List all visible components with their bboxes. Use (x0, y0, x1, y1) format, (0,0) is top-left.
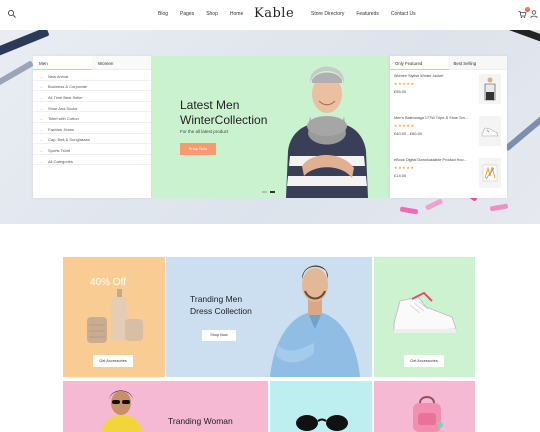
category-list: → New Arrival → Business & Corporate → All … (33, 70, 151, 166)
product-item[interactable]: eBook Digital Downloadable Product Hoo… … (390, 154, 507, 196)
category-item[interactable]: → Tshirt with Cotton (33, 112, 151, 123)
jacket-image (484, 77, 496, 101)
banner-trending-woman: Tranding Woman (63, 381, 268, 432)
arrow-right-icon: → (39, 73, 43, 79)
arrow-right-icon: → (39, 158, 43, 164)
shop-now-button[interactable]: Shop Now (180, 143, 216, 155)
nav-store-directory[interactable]: Store Directory (311, 11, 344, 17)
product-image-shoe[interactable] (479, 116, 501, 146)
pencil-decoration (503, 114, 540, 152)
arrow-right-icon: → (39, 94, 43, 100)
slider-dot[interactable] (262, 191, 267, 193)
hero-slider: Latest Men WinterCollection For the all … (152, 56, 389, 198)
tab-women[interactable]: Women (92, 56, 151, 70)
clothespin-decoration (489, 203, 509, 212)
featured-products: Only Featured Best Selling Women Stylish… (390, 56, 507, 198)
slider-dot-active[interactable] (270, 191, 275, 193)
category-item[interactable]: → Shoe And Socks (33, 102, 151, 113)
model-woman-image (101, 390, 143, 432)
product-image-jacket[interactable] (479, 74, 501, 104)
product-item[interactable]: Men's Balenciaga 177W Tripe-S Shoe Sm… ★… (390, 112, 507, 154)
product-image-ebook[interactable] (479, 158, 501, 188)
shoe-image (481, 127, 499, 137)
banner-dress-collection: Tranding Men Dress Collection Shop Now (166, 257, 372, 377)
clothespin-decoration (424, 198, 444, 211)
slide-title: Latest Men WinterCollection (180, 98, 268, 127)
user-icon[interactable] (529, 9, 539, 19)
product-name[interactable]: Women Stylish Winter Jacket (394, 74, 476, 78)
arrow-right-icon: → (39, 137, 43, 143)
category-item[interactable]: → All Time Best Seller (33, 91, 151, 102)
nav-home[interactable]: Home (230, 11, 243, 17)
category-item[interactable]: → Cap, Belt & Sunglasses (33, 134, 151, 145)
nav-contact-us[interactable]: Contact Us (391, 11, 416, 17)
arrow-right-icon: → (39, 116, 43, 122)
banner-backpack (374, 381, 475, 432)
dress-banner-title: Tranding Men Dress Collection (190, 294, 252, 316)
tab-only-featured[interactable]: Only Featured (390, 56, 449, 70)
product-name[interactable]: eBook Digital Downloadable Product Hoo… (394, 158, 476, 162)
category-item[interactable]: → New Arrival (33, 70, 151, 81)
category-item[interactable]: → Business & Corporate (33, 81, 151, 92)
nav-featureds[interactable]: Featureds (356, 11, 379, 17)
arrow-right-icon: → (39, 126, 43, 132)
shop-now-button-dress[interactable]: Shop Now (202, 330, 236, 341)
product-name[interactable]: Men's Balenciaga 177W Tripe-S Shoe Sm… (394, 116, 476, 120)
sunglasses-image (296, 415, 348, 431)
nav-left: Blog Pages Shop Home (158, 11, 243, 17)
category-tabs: Men Women (33, 56, 151, 70)
site-logo[interactable]: Kable (254, 6, 294, 21)
model-man-dress-image (270, 265, 360, 377)
category-item[interactable]: → All Categories (33, 155, 151, 166)
arrow-right-icon: → (39, 84, 43, 90)
get-accessories-button[interactable]: Get Accessories (93, 355, 133, 367)
get-accessories-button-shoes[interactable]: Get Accessories (404, 355, 444, 367)
backpack-image (413, 396, 443, 432)
product-tabs: Only Featured Best Selling (390, 56, 507, 70)
nav-right: Store Directory Featureds Contact Us (311, 11, 416, 17)
nav-blog[interactable]: Blog (158, 11, 168, 17)
site-header: Blog Pages Shop Home Kable Store Directo… (0, 0, 540, 30)
product-item[interactable]: Women Stylish Winter Jacket ★★★★★ £55.00 (390, 70, 507, 112)
category-item[interactable]: → Fashion Jeans (33, 123, 151, 134)
ebook-image (482, 164, 498, 182)
bottles-image (87, 289, 143, 343)
slide-subtitle: For the all latest product (180, 129, 229, 134)
tab-men[interactable]: Men (33, 56, 92, 70)
category-menu: Men Women → New Arrival → Business & Corpo… (33, 56, 151, 198)
category-item[interactable]: → Sports Tshirt (33, 144, 151, 155)
banner-accessories: 40% Off Get Accessories (63, 257, 165, 377)
arrow-right-icon: → (39, 105, 43, 111)
model-man-winter-image (286, 66, 368, 198)
woman-banner-title: Tranding Woman (168, 416, 233, 426)
tab-best-selling[interactable]: Best Selling (448, 56, 507, 70)
banner-sunglasses (270, 381, 372, 432)
pencil-decoration (0, 30, 50, 58)
nav-pages[interactable]: Pages (180, 11, 194, 17)
sneaker-image (393, 291, 457, 333)
pencil-decoration (0, 60, 34, 86)
clothespin-decoration (399, 206, 419, 215)
banner-shoes: Get Accessories (374, 257, 475, 377)
arrow-right-icon: → (39, 147, 43, 153)
search-icon[interactable] (7, 9, 17, 19)
nav-shop[interactable]: Shop (206, 11, 218, 17)
pencil-decoration (480, 30, 540, 44)
slider-dots (262, 191, 275, 193)
